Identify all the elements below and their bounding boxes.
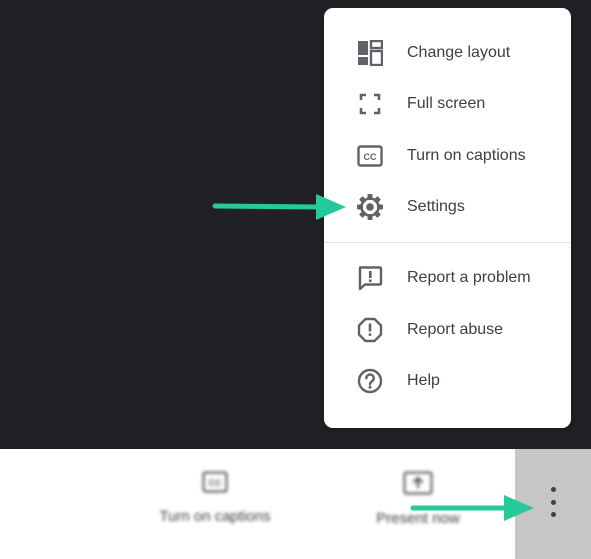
annotation-arrow-more-options xyxy=(410,495,534,521)
closed-captions-icon: CC xyxy=(202,471,228,498)
menu-divider xyxy=(324,242,571,243)
fullscreen-icon xyxy=(356,90,384,118)
menu-item-label: Report a problem xyxy=(407,269,531,286)
dot xyxy=(550,487,556,492)
menu-item-label: Change layout xyxy=(407,44,511,61)
menu-item-report-abuse[interactable]: Report abuse xyxy=(324,307,571,353)
more-vertical-icon[interactable] xyxy=(543,487,563,517)
menu-item-full-screen[interactable]: Full screen xyxy=(324,81,571,127)
report-octagon-icon xyxy=(356,316,384,344)
annotation-arrow-settings xyxy=(212,194,346,220)
dashboard-icon xyxy=(356,39,384,67)
gear-icon xyxy=(356,193,384,221)
menu-item-settings[interactable]: Settings xyxy=(324,184,571,230)
feedback-icon xyxy=(356,264,384,292)
menu-item-label: Report abuse xyxy=(407,321,504,338)
svg-text:CC: CC xyxy=(364,152,377,162)
dot xyxy=(550,499,556,505)
dot xyxy=(550,512,556,517)
help-circle-icon xyxy=(356,367,384,395)
captions-button[interactable]: CC Turn on captions xyxy=(148,471,282,525)
menu-item-label: Turn on captions xyxy=(407,147,526,164)
more-options-menu: Change layout Full screen CC Turn on cap… xyxy=(324,8,571,428)
menu-item-help[interactable]: Help xyxy=(324,358,571,404)
menu-item-turn-on-captions[interactable]: CC Turn on captions xyxy=(324,133,571,179)
menu-item-label: Full screen xyxy=(407,95,486,112)
menu-item-label: Settings xyxy=(407,198,465,215)
closed-captions-icon: CC xyxy=(356,142,384,170)
captions-button-label: Turn on captions xyxy=(159,508,271,525)
menu-item-report-a-problem[interactable]: Report a problem xyxy=(324,255,571,301)
menu-item-change-layout[interactable]: Change layout xyxy=(324,30,571,76)
menu-item-label: Help xyxy=(407,372,440,389)
svg-text:CC: CC xyxy=(209,478,222,488)
